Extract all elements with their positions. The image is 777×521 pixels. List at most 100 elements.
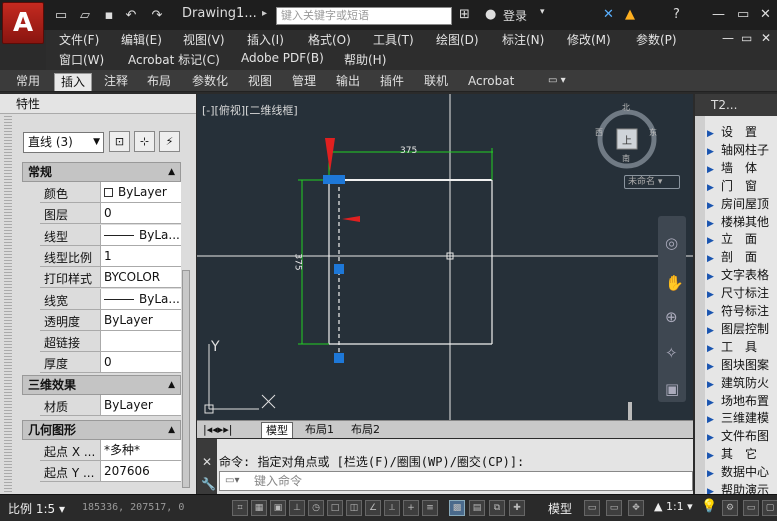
quick-view-layouts-icon[interactable]: ▭ xyxy=(584,500,600,516)
menu-dimension[interactable]: 标注(N) xyxy=(502,31,544,48)
section-general[interactable]: 常规 ▲ xyxy=(22,162,181,182)
expand-icon[interactable]: ▸ xyxy=(262,8,267,19)
property-value[interactable]: BYCOLOR xyxy=(100,267,181,288)
doc-minimize-icon[interactable]: — xyxy=(722,31,734,45)
undo-icon[interactable]: ↶ xyxy=(122,6,140,24)
tab-nav-first-icon[interactable]: |◂◂▸▸| xyxy=(199,422,237,438)
model-space-button[interactable]: 模型 xyxy=(548,500,572,517)
tool-palette-item[interactable]: ▶ 工 具 xyxy=(707,338,777,356)
palette-grip[interactable] xyxy=(4,116,12,494)
tool-palette-item[interactable]: ▶ 三维建模 xyxy=(707,409,777,427)
property-value[interactable] xyxy=(100,331,181,352)
selection-dropdown[interactable]: 直线 (3) ▼ xyxy=(23,132,104,153)
ucs-dropdown[interactable]: 未命名 ▾ xyxy=(624,175,680,189)
property-row[interactable]: 颜色 ByLayer xyxy=(40,182,181,203)
property-row[interactable]: 图层 0 xyxy=(40,203,181,225)
tab-layout2[interactable]: 布局2 xyxy=(347,422,384,438)
ortho-icon[interactable]: ⊥ xyxy=(289,500,305,516)
menu-file[interactable]: 文件(F) xyxy=(59,31,99,48)
viewcube-south[interactable]: 南 xyxy=(622,153,630,164)
command-line-handle[interactable]: ✕ 🔧 xyxy=(197,439,217,494)
menu-view[interactable]: 视图(V) xyxy=(183,31,225,48)
toolbar-lock-icon[interactable]: ▭ xyxy=(743,500,759,516)
search-input[interactable]: 键入关键字或短语 xyxy=(276,7,452,25)
tab-output[interactable]: 输出 xyxy=(330,73,366,91)
property-value[interactable]: ByLa... xyxy=(100,288,181,309)
tool-palette-item[interactable]: ▶ 其 它 xyxy=(707,445,777,463)
application-menu-button[interactable]: A xyxy=(2,2,44,44)
lineweight-icon[interactable]: ≡ xyxy=(422,500,438,516)
osnap-icon[interactable]: □ xyxy=(327,500,343,516)
close-icon[interactable]: ✕ xyxy=(202,455,212,469)
property-row[interactable]: 材质 ByLayer xyxy=(40,395,181,416)
tool-palette-item[interactable]: ▶ 文字表格 xyxy=(707,266,777,284)
tab-parametric[interactable]: 参数化 xyxy=(186,73,234,91)
property-row[interactable]: 起点 Y ... 207606 xyxy=(40,461,181,483)
dyn-icon[interactable]: + xyxy=(403,500,419,516)
pickadd-icon[interactable]: ⊡ xyxy=(109,131,130,152)
app-store-icon[interactable]: ▲ xyxy=(625,7,635,22)
tool-palette-item[interactable]: ▶ 文件布图 xyxy=(707,427,777,445)
tool-palette-item[interactable]: ▶ 建筑防火 xyxy=(707,374,777,392)
tab-online[interactable]: 联机 xyxy=(418,73,454,91)
property-row[interactable]: 线型比例 1 xyxy=(40,245,181,267)
property-row[interactable]: 厚度 0 xyxy=(40,352,181,374)
tool-palette-item[interactable]: ▶ 房间屋顶 xyxy=(707,195,777,213)
pan-icon[interactable]: ✥ xyxy=(628,500,644,516)
steering-wheel-icon[interactable]: ◎ xyxy=(665,234,678,252)
pan-hand-icon[interactable]: ✋ xyxy=(665,274,684,292)
property-row[interactable]: 打印样式 BYCOLOR xyxy=(40,267,181,289)
property-row[interactable]: 超链接 xyxy=(40,331,181,353)
close-icon[interactable]: ✕ xyxy=(760,7,771,22)
doc-restore-icon[interactable]: ▭ xyxy=(741,31,752,45)
minimize-icon[interactable]: — xyxy=(712,7,725,22)
tab-home[interactable]: 常用 xyxy=(10,73,46,91)
tool-palette-item[interactable]: ▶ 剖 面 xyxy=(707,248,777,266)
menu-acrobat[interactable]: Acrobat 标记(C) xyxy=(128,51,220,68)
properties-scrollbar[interactable] xyxy=(182,270,190,488)
binoculars-icon[interactable]: ⊞ xyxy=(459,7,470,22)
tool-palette-strip[interactable] xyxy=(695,116,705,494)
exchange-icon[interactable]: ✕ xyxy=(603,7,614,22)
quick-select-icon[interactable]: ⚡ xyxy=(159,131,180,152)
help-icon[interactable]: ? xyxy=(673,7,680,22)
selection-cycling-icon[interactable]: ⧉ xyxy=(489,500,505,516)
user-icon[interactable]: ● xyxy=(485,7,496,22)
tool-palette-item[interactable]: ▶ 数据中心 xyxy=(707,463,777,481)
tab-layout[interactable]: 布局 xyxy=(141,73,177,91)
menu-draw[interactable]: 绘图(D) xyxy=(436,31,479,48)
otrack-icon[interactable]: ∠ xyxy=(365,500,381,516)
snap-icon[interactable]: ▣ xyxy=(270,500,286,516)
quick-properties-icon[interactable]: ▤ xyxy=(469,500,485,516)
open-icon[interactable]: ▱ xyxy=(76,6,94,24)
property-row[interactable]: 线宽 ByLa... xyxy=(40,288,181,310)
login-button[interactable]: 登录 xyxy=(503,7,527,24)
tool-palette-item[interactable]: ▶ 轴网柱子 xyxy=(707,141,777,159)
drawing-area[interactable]: [-][俯视][二维线框] 375 375 Y 北 南 西 东 上 未命名 ▾ xyxy=(197,94,693,420)
clean-screen-icon[interactable]: ▢ xyxy=(762,500,777,516)
property-row[interactable]: 起点 X ... *多种* xyxy=(40,440,181,461)
property-row[interactable]: 线型 ByLa... xyxy=(40,224,181,246)
tool-palette-item[interactable]: ▶ 图块图案 xyxy=(707,356,777,374)
bulb-icon[interactable]: 💡 xyxy=(701,499,717,514)
property-value[interactable]: ByLayer xyxy=(100,309,181,330)
viewcube-west[interactable]: 西 xyxy=(595,127,603,138)
property-value[interactable]: 207606 xyxy=(100,461,181,482)
tool-palette-item[interactable]: ▶ 设 置 xyxy=(707,123,777,141)
viewcube-east[interactable]: 东 xyxy=(649,127,657,138)
annotation-monitor-icon[interactable]: ✚ xyxy=(509,500,525,516)
orbit-icon[interactable]: ✧ xyxy=(665,344,678,362)
workspace-icon[interactable]: ⚙ xyxy=(722,500,738,516)
menu-window[interactable]: 窗口(W) xyxy=(59,51,104,68)
property-value[interactable]: *多种* xyxy=(100,440,181,460)
tool-palette-item[interactable]: ▶ 符号标注 xyxy=(707,302,777,320)
menu-format[interactable]: 格式(O) xyxy=(308,31,351,48)
property-value[interactable]: 0 xyxy=(100,203,181,224)
annotation-scale[interactable]: ▲ 1:1 ▾ xyxy=(654,500,693,513)
menu-adobe-pdf[interactable]: Adobe PDF(B) xyxy=(241,51,324,65)
select-objects-icon[interactable]: ⊹ xyxy=(134,131,155,152)
tool-palette-item[interactable]: ▶ 图层控制 xyxy=(707,320,777,338)
tab-insert[interactable]: 插入 xyxy=(54,73,93,91)
polar-icon[interactable]: ◷ xyxy=(308,500,324,516)
tool-palette-item[interactable]: ▶ 立 面 xyxy=(707,230,777,248)
